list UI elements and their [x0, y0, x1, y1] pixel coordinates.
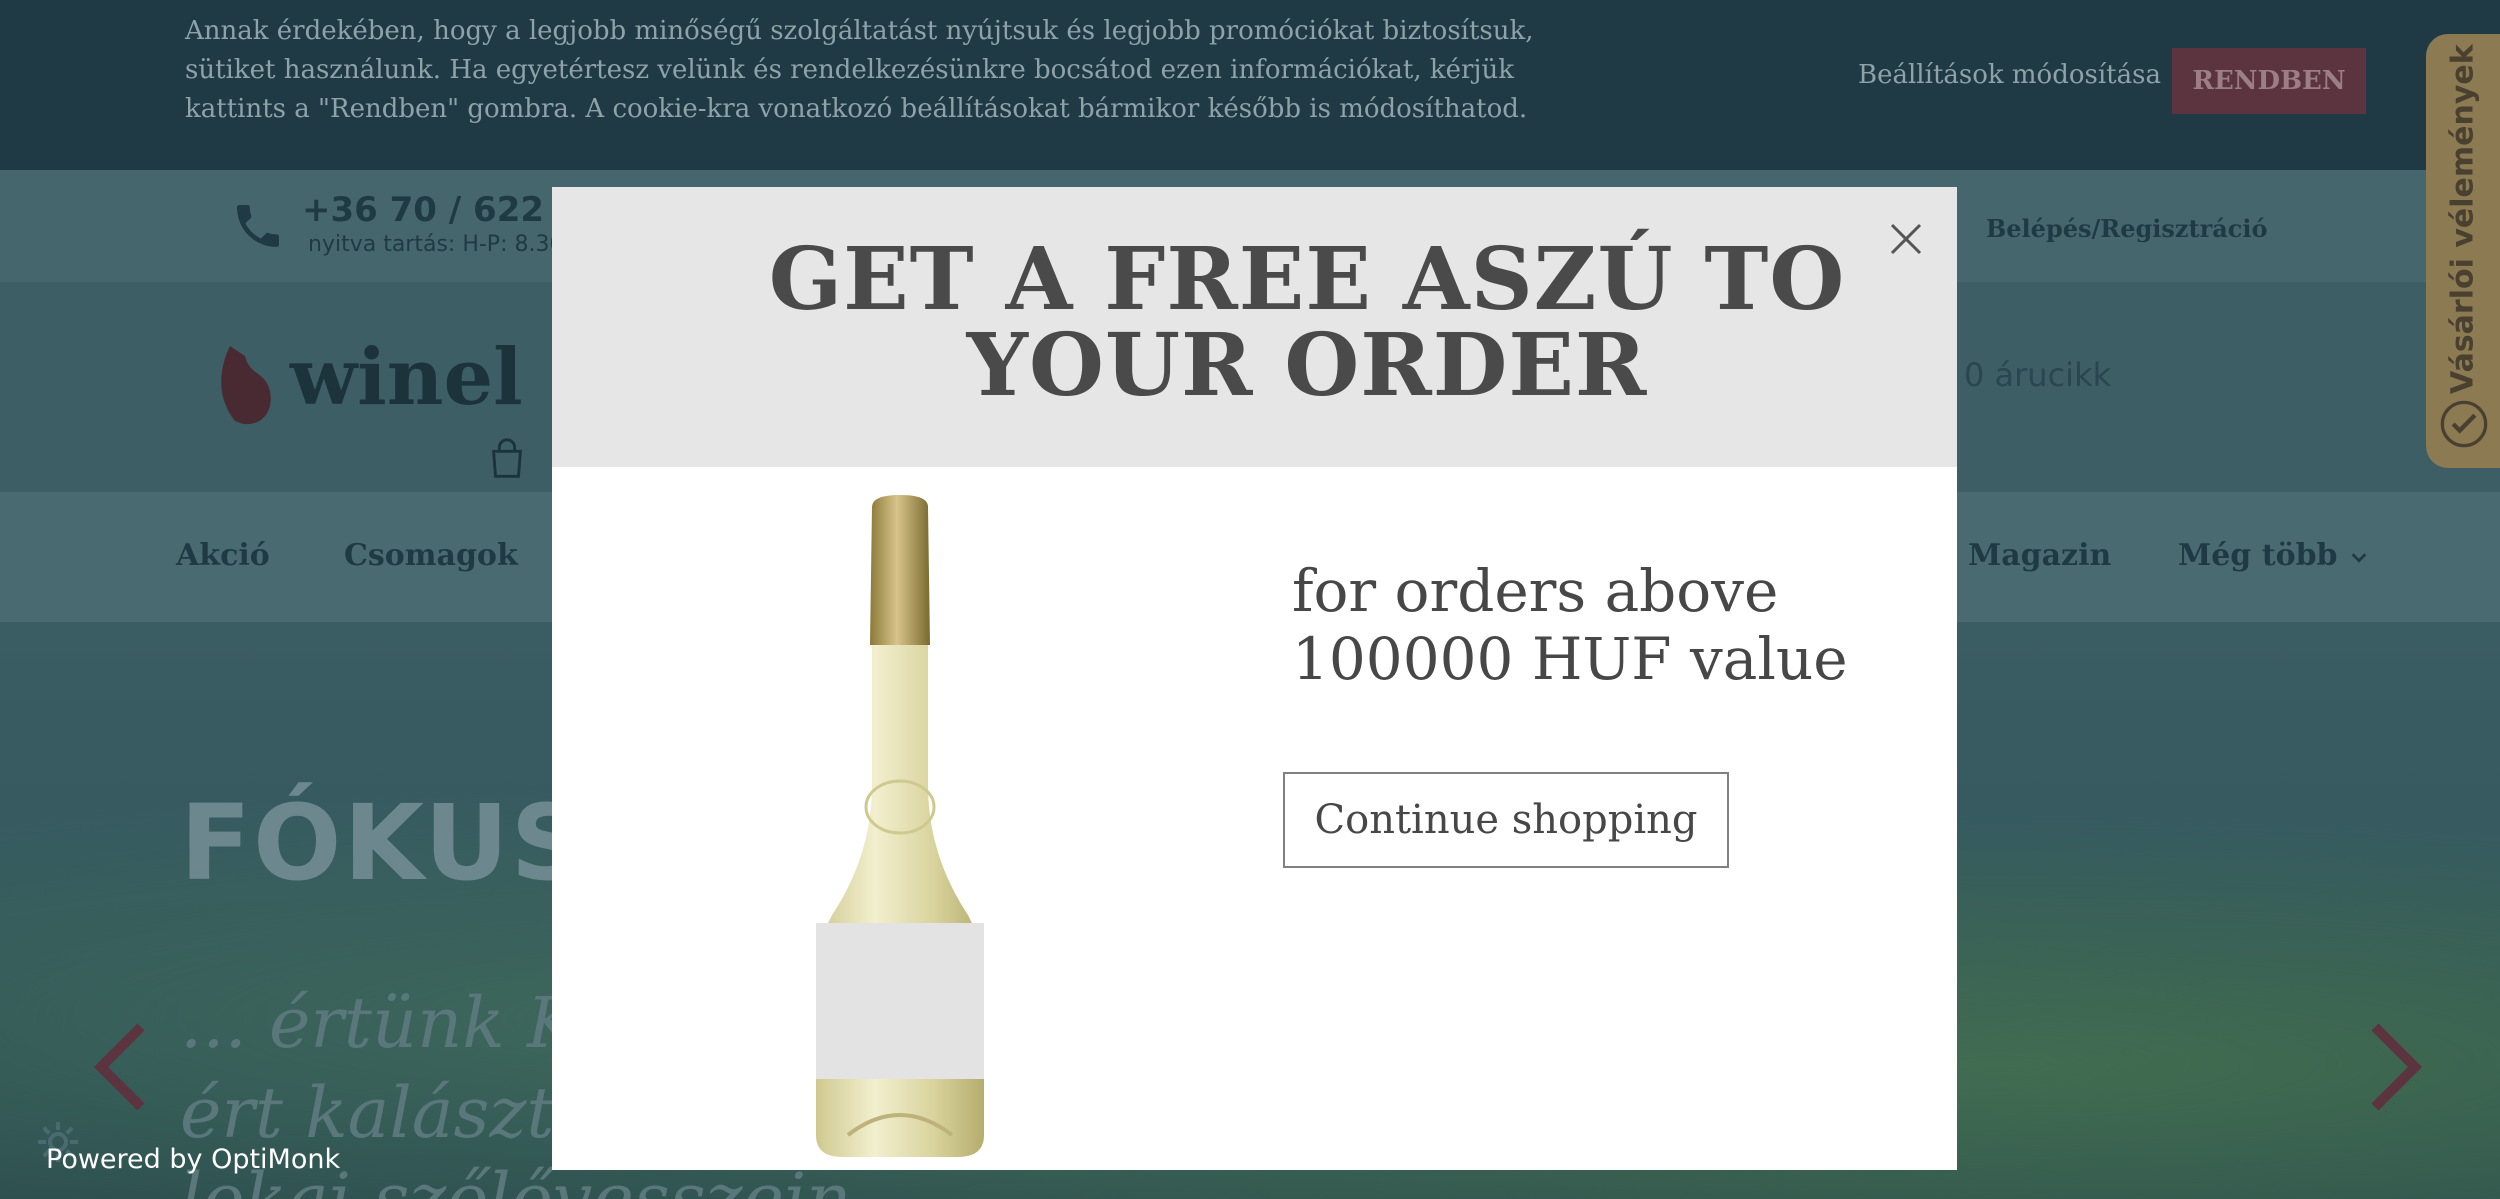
promo-popup: GET A FREE ASZÚ TO YOUR ORDER for orders… — [552, 187, 1957, 1170]
cookie-text: Annak érdekében, hogy a legjobb minőségű… — [185, 16, 1534, 124]
nav-item-meg-tobb[interactable]: Még több — [2178, 538, 2370, 573]
check-badge-icon — [2440, 400, 2488, 448]
popup-header: GET A FREE ASZÚ TO YOUR ORDER — [552, 187, 1957, 467]
cookie-bar: Annak érdekében, hogy a legjobb minőségű… — [0, 0, 2500, 170]
offer-text: for orders above 100000 HUF value — [1292, 557, 1848, 693]
opening-hours: nyitva tartás: H-P: 8.30 — [308, 232, 564, 257]
powered-by-optimonk[interactable]: Powered by OptiMonk — [46, 1144, 340, 1175]
cookie-settings-link[interactable]: Beállítások módosítása — [1858, 60, 2161, 90]
nav-item-akcio[interactable]: Akció — [176, 538, 270, 573]
nav-item-meg-tobb-label: Még több — [2178, 538, 2338, 573]
site-logo[interactable]: winel — [210, 322, 590, 478]
popup-title: GET A FREE ASZÚ TO YOUR ORDER — [768, 229, 1846, 416]
wine-glass-logo-icon — [221, 346, 271, 425]
customer-reviews-tab[interactable]: Vásárlói vélemények — [2426, 34, 2500, 468]
phone-icon — [237, 205, 279, 247]
reviews-tab-label: Vásárlói vélemények — [2445, 44, 2481, 394]
logo-text: winel — [290, 332, 523, 423]
wine-bottle-image — [816, 495, 984, 1157]
login-register-link[interactable]: Belépés/Regisztráció — [1986, 214, 2268, 243]
continue-shopping-button[interactable]: Continue shopping — [1283, 772, 1729, 868]
shopping-bag-icon — [492, 438, 522, 478]
close-icon[interactable] — [1888, 221, 1924, 257]
cookie-accept-button[interactable]: RENDBEN — [2172, 48, 2366, 114]
nav-item-magazin[interactable]: Magazin — [1968, 538, 2111, 573]
nav-item-csomagok[interactable]: Csomagok — [344, 538, 518, 573]
chevron-right-icon[interactable] — [2360, 1022, 2430, 1112]
chevron-left-icon[interactable] — [86, 1022, 156, 1112]
chevron-down-icon — [2351, 553, 2367, 563]
